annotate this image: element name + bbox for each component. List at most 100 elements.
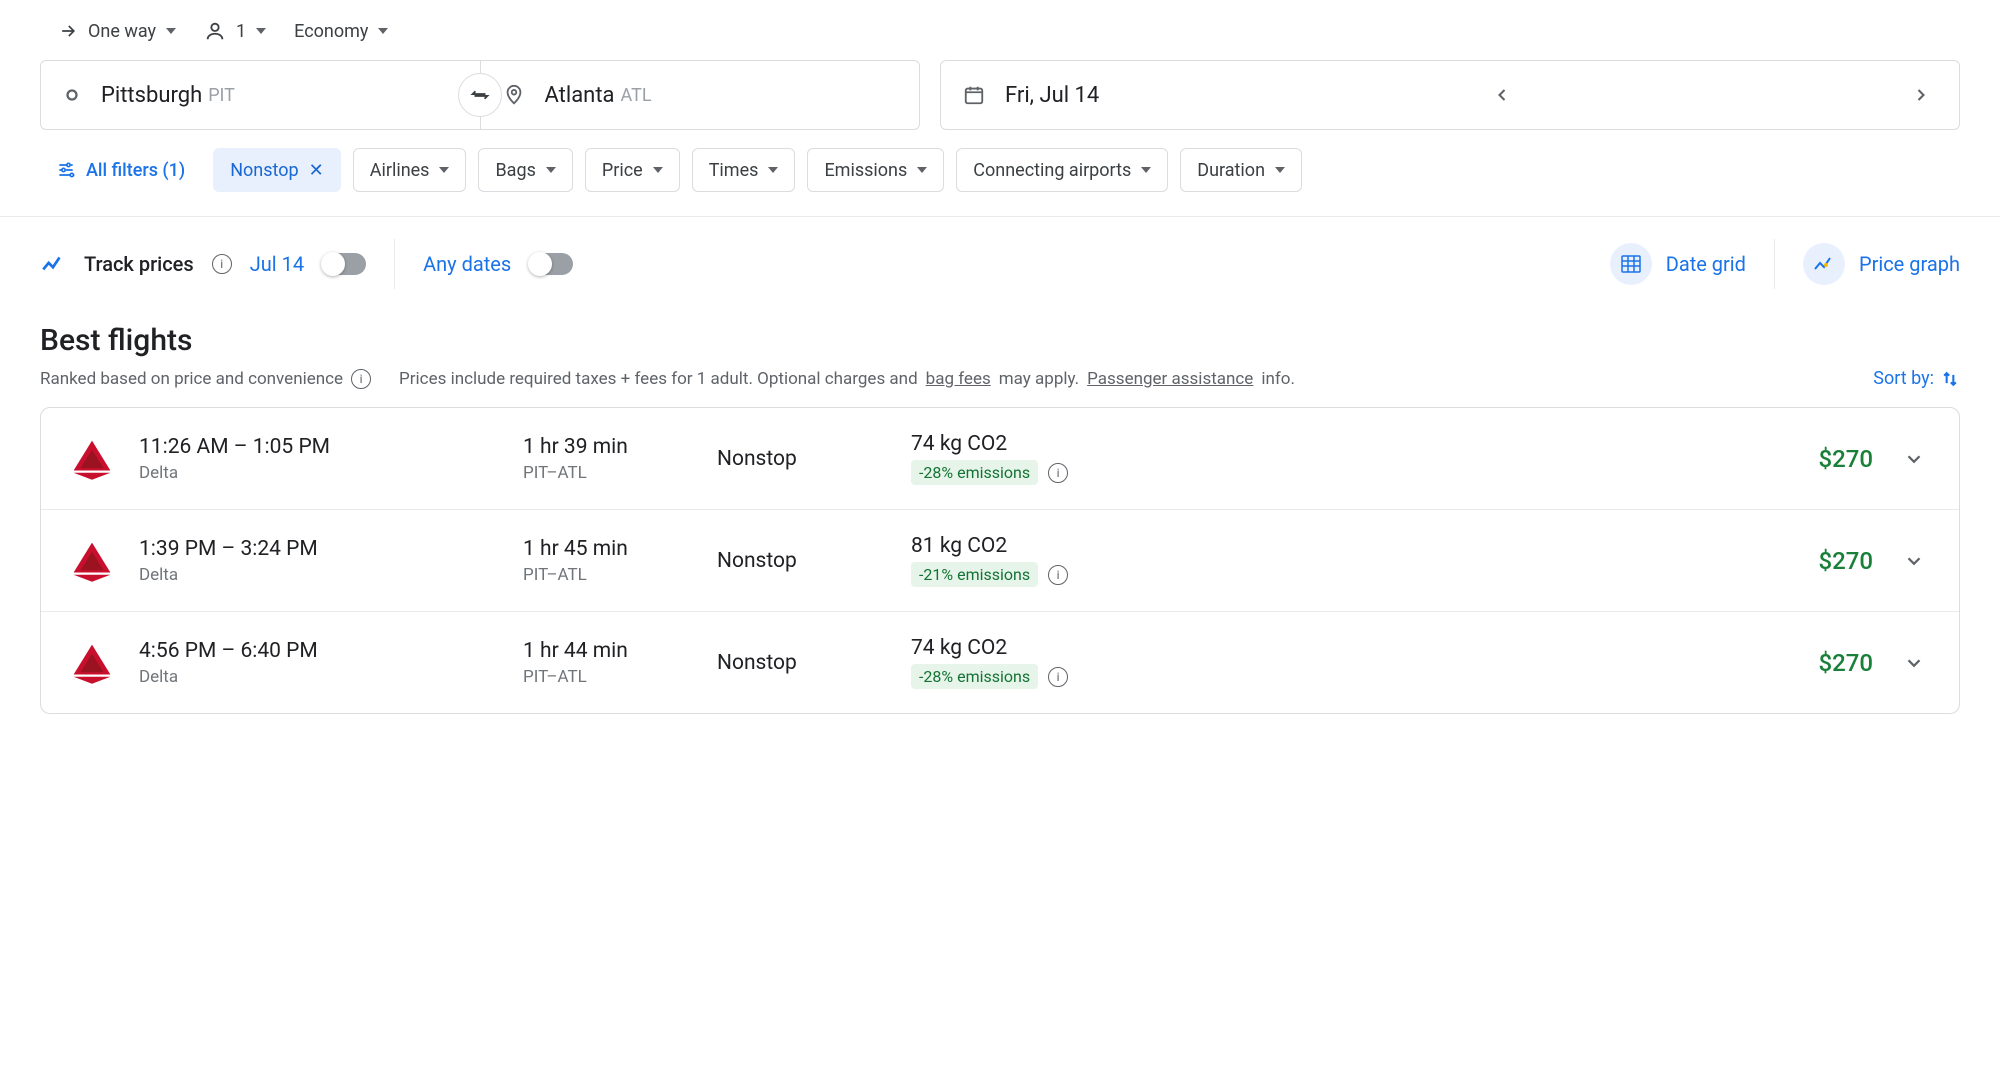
emissions-badge: -28% emissions bbox=[911, 460, 1038, 485]
emissions-badge: -21% emissions bbox=[911, 562, 1038, 587]
flight-duration: 1 hr 44 min bbox=[523, 639, 693, 663]
info-icon[interactable]: i bbox=[1048, 463, 1068, 483]
flight-row[interactable]: 4:56 PM – 6:40 PM Delta 1 hr 44 min PIT–ATL… bbox=[41, 611, 1959, 713]
date-input[interactable]: Fri, Jul 14 bbox=[940, 60, 1960, 130]
chevron-down-icon bbox=[256, 28, 266, 34]
swap-icon bbox=[469, 84, 491, 106]
chevron-down-icon bbox=[653, 167, 663, 173]
origin-code: PIT bbox=[208, 85, 235, 106]
flight-co2: 74 kg CO2 bbox=[911, 636, 1151, 660]
graph-icon bbox=[1812, 252, 1836, 276]
flight-price: $270 bbox=[1753, 547, 1873, 575]
chevron-down-icon bbox=[378, 28, 388, 34]
track-any-label: Any dates bbox=[423, 252, 511, 276]
price-graph-label: Price graph bbox=[1859, 252, 1960, 276]
airline-logo bbox=[69, 436, 115, 482]
airline-name: Delta bbox=[139, 565, 499, 585]
rank-text: Ranked based on price and convenience bbox=[40, 369, 343, 389]
filter-price[interactable]: Price bbox=[585, 148, 680, 192]
track-date-label: Jul 14 bbox=[250, 252, 304, 276]
expand-button[interactable] bbox=[1897, 442, 1931, 476]
flight-duration: 1 hr 45 min bbox=[523, 537, 693, 561]
chevron-down-icon bbox=[1903, 448, 1925, 470]
divider bbox=[1774, 239, 1775, 289]
close-icon[interactable]: ✕ bbox=[309, 160, 324, 181]
emissions-badge: -28% emissions bbox=[911, 664, 1038, 689]
filter-times[interactable]: Times bbox=[692, 148, 796, 192]
chevron-down-icon bbox=[439, 167, 449, 173]
flight-row[interactable]: 11:26 AM – 1:05 PM Delta 1 hr 39 min PIT–AT… bbox=[41, 408, 1959, 509]
origin-city: Pittsburgh bbox=[101, 83, 202, 108]
chevron-down-icon bbox=[1275, 167, 1285, 173]
grid-icon bbox=[1619, 252, 1643, 276]
info-icon[interactable]: i bbox=[212, 254, 232, 274]
swap-button[interactable] bbox=[458, 73, 502, 117]
circle-icon bbox=[63, 86, 81, 104]
flight-stops: Nonstop bbox=[717, 447, 887, 471]
filter-bags[interactable]: Bags bbox=[478, 148, 572, 192]
chevron-left-icon bbox=[1492, 85, 1512, 105]
sliders-icon bbox=[56, 160, 76, 180]
all-filters-button[interactable]: All filters (1) bbox=[40, 148, 201, 192]
filter-connecting-airports[interactable]: Connecting airports bbox=[956, 148, 1168, 192]
chevron-down-icon bbox=[768, 167, 778, 173]
sort-icon bbox=[1940, 369, 1960, 389]
expand-button[interactable] bbox=[1897, 544, 1931, 578]
pin-icon bbox=[503, 84, 525, 106]
flight-route: PIT–ATL bbox=[523, 463, 693, 483]
delta-logo-icon bbox=[69, 538, 115, 584]
price-text-suffix: info. bbox=[1261, 369, 1295, 389]
date-value: Fri, Jul 14 bbox=[1005, 83, 1099, 108]
filter-emissions[interactable]: Emissions bbox=[807, 148, 944, 192]
flight-times: 4:56 PM – 6:40 PM bbox=[139, 639, 499, 663]
track-prices-label: Track prices bbox=[84, 252, 194, 276]
cabin-label: Economy bbox=[294, 21, 368, 42]
divider bbox=[394, 239, 395, 289]
filter-nonstop[interactable]: Nonstop ✕ bbox=[213, 148, 341, 192]
price-text-mid: may apply. bbox=[999, 369, 1079, 389]
destination-input[interactable]: Atlanta ATL bbox=[480, 60, 921, 130]
filter-airlines[interactable]: Airlines bbox=[353, 148, 467, 192]
sort-button[interactable]: Sort by: bbox=[1873, 368, 1960, 389]
calendar-icon bbox=[963, 84, 985, 106]
results-title: Best flights bbox=[40, 323, 1960, 358]
arrow-right-icon bbox=[58, 21, 78, 41]
flight-times: 1:39 PM – 3:24 PM bbox=[139, 537, 499, 561]
info-icon[interactable]: i bbox=[351, 369, 371, 389]
passenger-selector[interactable]: 1 bbox=[204, 20, 266, 42]
info-icon[interactable]: i bbox=[1048, 565, 1068, 585]
flight-route: PIT–ATL bbox=[523, 667, 693, 687]
cabin-selector[interactable]: Economy bbox=[294, 21, 388, 42]
flight-duration: 1 hr 39 min bbox=[523, 435, 693, 459]
destination-city: Atlanta bbox=[545, 83, 615, 108]
flight-price: $270 bbox=[1753, 445, 1873, 473]
airline-logo bbox=[69, 538, 115, 584]
flight-row[interactable]: 1:39 PM – 3:24 PMDelta1 hr 45 minPIT–ATL… bbox=[41, 509, 1959, 611]
passenger-count: 1 bbox=[236, 21, 246, 42]
delta-logo-icon bbox=[69, 640, 115, 686]
date-next-button[interactable] bbox=[1905, 79, 1937, 111]
origin-input[interactable]: Pittsburgh PIT bbox=[40, 60, 481, 130]
divider bbox=[0, 216, 2000, 217]
sort-label: Sort by: bbox=[1873, 368, 1934, 389]
flight-co2: 81 kg CO2 bbox=[911, 534, 1151, 558]
flight-stops: Nonstop bbox=[717, 549, 887, 573]
flight-price: $270 bbox=[1753, 649, 1873, 677]
info-icon[interactable]: i bbox=[1048, 667, 1068, 687]
price-graph-button[interactable]: Price graph bbox=[1803, 243, 1960, 285]
track-date-toggle[interactable] bbox=[322, 253, 366, 275]
filter-duration[interactable]: Duration bbox=[1180, 148, 1302, 192]
date-grid-button[interactable]: Date grid bbox=[1610, 243, 1746, 285]
trip-type-selector[interactable]: One way bbox=[58, 21, 176, 42]
passenger-assistance-link[interactable]: Passenger assistance bbox=[1087, 369, 1253, 389]
track-any-toggle[interactable] bbox=[529, 253, 573, 275]
date-prev-button[interactable] bbox=[1486, 79, 1518, 111]
destination-code: ATL bbox=[621, 85, 652, 106]
flight-times: 11:26 AM – 1:05 PM bbox=[139, 435, 499, 459]
airline-name: Delta bbox=[139, 463, 499, 483]
chevron-down-icon bbox=[1903, 652, 1925, 674]
delta-logo-icon bbox=[69, 436, 115, 482]
bag-fees-link[interactable]: bag fees bbox=[926, 369, 991, 389]
expand-button[interactable] bbox=[1897, 646, 1931, 680]
airline-name: Delta bbox=[139, 667, 499, 687]
